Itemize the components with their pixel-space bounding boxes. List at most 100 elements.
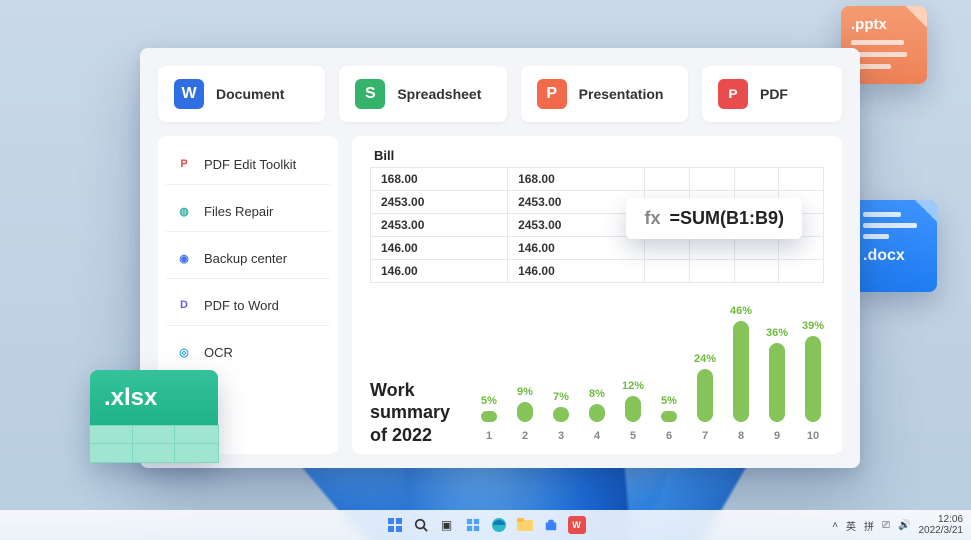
formula-bar: fx =SUM(B1:B9)	[626, 198, 802, 239]
app-topbar: W Document S Spreadsheet P Presentation …	[158, 66, 842, 122]
bar	[733, 321, 749, 422]
files-repair-icon: ◍	[174, 201, 194, 221]
ime-language[interactable]: 英	[846, 518, 856, 533]
sidebar-item-pdf-edit-toolkit[interactable]: P PDF Edit Toolkit	[166, 144, 330, 185]
bar-x-label: 9	[774, 430, 780, 442]
bar-column: 36% 9	[766, 327, 788, 442]
table-row[interactable]: 146.00146.00	[371, 237, 824, 260]
presentation-button[interactable]: P Presentation	[521, 66, 688, 122]
formula-text: =SUM(B1:B9)	[669, 208, 784, 228]
tray-chevron-icon[interactable]: ˄	[832, 520, 838, 531]
cell[interactable]: 2453.00	[508, 191, 645, 214]
bar-column: 9%2	[514, 386, 536, 442]
bar-column: 12%5	[622, 380, 644, 442]
taskbar-center: ▣ W	[386, 516, 586, 534]
start-icon[interactable]	[386, 516, 404, 534]
sidebar-item-label: Backup center	[204, 251, 287, 266]
bar	[517, 402, 533, 422]
chart-title: Work summary of 2022	[370, 379, 460, 447]
cell[interactable]	[689, 237, 734, 260]
spreadsheet-button[interactable]: S Spreadsheet	[339, 66, 506, 122]
cell[interactable]: 2453.00	[508, 214, 645, 237]
presentation-icon: P	[537, 79, 567, 109]
pdf-button-label: PDF	[760, 86, 788, 102]
xlsx-file-icon: .xlsx	[90, 370, 218, 462]
bar	[661, 411, 677, 422]
bar-x-label: 1	[486, 430, 492, 442]
bar	[481, 411, 497, 422]
cell[interactable]	[734, 168, 779, 191]
sidebar-item-backup-center[interactable]: ◉ Backup center	[166, 238, 330, 279]
xlsx-label: .xlsx	[90, 370, 218, 426]
bar	[589, 404, 605, 422]
table-row[interactable]: 146.00146.00	[371, 260, 824, 283]
cell[interactable]	[689, 168, 734, 191]
table-row[interactable]: 168.00168.00	[371, 168, 824, 191]
bar-value-label: 46%	[730, 305, 752, 317]
pdf-toolkit-icon: P	[174, 154, 194, 174]
bar	[697, 369, 713, 422]
bar-value-label: 36%	[766, 327, 788, 339]
main-panel: Bill 168.00168.002453.002453.002453.0024…	[352, 136, 842, 454]
cell[interactable]	[734, 237, 779, 260]
bar-x-label: 3	[558, 430, 564, 442]
network-icon[interactable]: ⎚	[882, 520, 890, 531]
cell[interactable]: 146.00	[508, 260, 645, 283]
cell[interactable]	[645, 237, 690, 260]
document-icon: W	[174, 79, 204, 109]
widgets-icon[interactable]	[464, 516, 482, 534]
bar-column: 24%7	[694, 353, 716, 442]
bar	[805, 336, 821, 422]
cell[interactable]: 2453.00	[371, 191, 508, 214]
bar-column: 46% 8	[730, 305, 752, 442]
ime-mode[interactable]: 拼	[864, 518, 874, 533]
bar-value-label: 9%	[517, 386, 533, 398]
docx-file-icon: .docx	[853, 200, 937, 292]
sidebar-item-label: OCR	[204, 345, 233, 360]
bar-chart: 5%19%27%38%412%55%624%746%836%939%10	[478, 306, 824, 446]
store-icon[interactable]	[542, 516, 560, 534]
sidebar-item-files-repair[interactable]: ◍ Files Repair	[166, 191, 330, 232]
bar-value-label: 7%	[553, 391, 569, 403]
bar	[625, 396, 641, 422]
edge-icon[interactable]	[490, 516, 508, 534]
taskbar[interactable]: ▣ W ˄ 英 拼 ⎚ 🔊 12:06 2022/3/21	[0, 510, 971, 540]
cell[interactable]: 146.00	[371, 260, 508, 283]
tray-date[interactable]: 2022/3/21	[919, 525, 964, 536]
spreadsheet-button-label: Spreadsheet	[397, 86, 481, 102]
bar-value-label: 39%	[802, 320, 824, 332]
cell[interactable]	[779, 260, 824, 283]
bar-column: 5% 1	[478, 395, 500, 442]
bar-value-label: 24%	[694, 353, 716, 365]
ocr-icon: ◎	[174, 342, 194, 362]
search-icon[interactable]	[412, 516, 430, 534]
cell[interactable]	[779, 237, 824, 260]
sidebar-item-ocr[interactable]: ◎ OCR	[166, 332, 330, 372]
cell[interactable]: 146.00	[371, 237, 508, 260]
volume-icon[interactable]: 🔊	[898, 520, 910, 531]
tray-time[interactable]: 12:06	[938, 514, 963, 525]
cell[interactable]: 168.00	[371, 168, 508, 191]
docx-label: .docx	[863, 247, 927, 265]
pdf-icon: ᴘ	[718, 79, 748, 109]
sidebar-item-pdf-to-word[interactable]: D PDF to Word	[166, 285, 330, 326]
cell[interactable]	[645, 260, 690, 283]
taskbar-tray[interactable]: ˄ 英 拼 ⎚ 🔊 12:06 2022/3/21	[832, 514, 963, 536]
bar-x-label: 5	[630, 430, 636, 442]
cell[interactable]: 168.00	[508, 168, 645, 191]
cell[interactable]	[689, 260, 734, 283]
bar-x-label: 8	[738, 430, 744, 442]
cell[interactable]	[779, 168, 824, 191]
bar-value-label: 5%	[661, 395, 677, 407]
cell[interactable]: 146.00	[508, 237, 645, 260]
sidebar-item-label: Files Repair	[204, 204, 273, 219]
pdf-button[interactable]: ᴘ PDF	[702, 66, 842, 122]
task-view-icon[interactable]: ▣	[438, 516, 456, 534]
document-button[interactable]: W Document	[158, 66, 325, 122]
bar-value-label: 5%	[481, 395, 497, 407]
explorer-icon[interactable]	[516, 516, 534, 534]
cell[interactable]: 2453.00	[371, 214, 508, 237]
cell[interactable]	[645, 168, 690, 191]
wps-icon[interactable]: W	[568, 516, 586, 534]
cell[interactable]	[734, 260, 779, 283]
